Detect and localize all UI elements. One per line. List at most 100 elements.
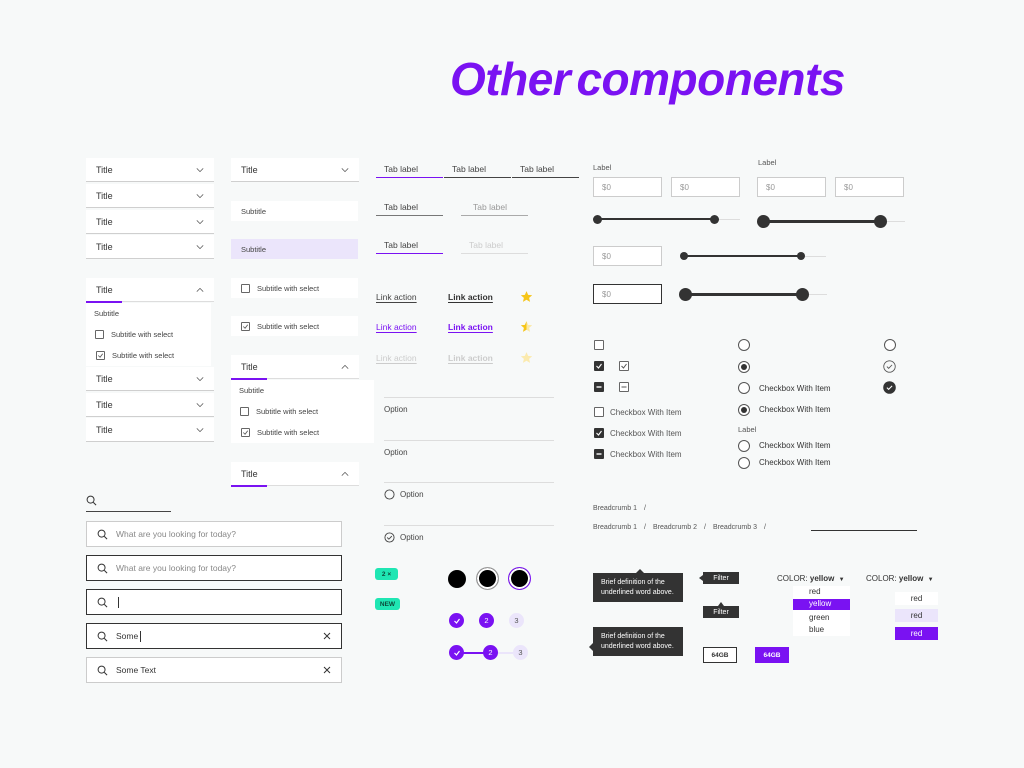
- breadcrumb-item[interactable]: Breadcrumb 2: [653, 524, 697, 531]
- accordion-item[interactable]: Title: [86, 418, 214, 442]
- price-input[interactable]: $0: [593, 246, 662, 266]
- color-select[interactable]: COLOR: yellow ▼: [777, 574, 845, 583]
- clear-icon[interactable]: [323, 666, 331, 674]
- check-circle-filled-icon[interactable]: [883, 381, 896, 394]
- dropdown-option-selected[interactable]: yellow: [793, 599, 850, 610]
- max-price-input[interactable]: $0: [835, 177, 904, 197]
- tab[interactable]: Tab label: [376, 198, 443, 216]
- accordion-item[interactable]: Title: [86, 158, 214, 182]
- radio-unselected[interactable]: [738, 440, 750, 452]
- slider-thumb-min[interactable]: [593, 215, 602, 224]
- storage-option[interactable]: 64GB: [703, 647, 737, 663]
- breadcrumb-item[interactable]: Breadcrumb 1: [593, 524, 637, 531]
- swatch-black-selected[interactable]: [508, 567, 531, 590]
- select-option[interactable]: Subtitle with select: [240, 407, 318, 416]
- select-option[interactable]: Subtitle with select: [95, 330, 173, 339]
- checkbox-checked[interactable]: [594, 428, 604, 438]
- checkbox-checked-outline[interactable]: [619, 361, 629, 371]
- search-input-filled[interactable]: Some Text: [86, 657, 342, 683]
- chip-tag[interactable]: 2 ×: [375, 568, 398, 580]
- breadcrumb-item[interactable]: Breadcrumb 3: [713, 524, 757, 531]
- dropdown-option[interactable]: red: [793, 587, 850, 596]
- option-item-radio[interactable]: Option: [384, 489, 554, 500]
- checkbox-indeterminate[interactable]: [594, 449, 604, 459]
- option-item[interactable]: Option: [384, 448, 554, 457]
- step-current[interactable]: 2: [483, 645, 498, 660]
- dropdown-option-hover[interactable]: red: [895, 609, 938, 622]
- accordion-item[interactable]: Title: [86, 210, 214, 234]
- dropdown-option[interactable]: red: [895, 592, 938, 605]
- checkbox-unchecked[interactable]: [594, 407, 604, 417]
- slider-thumb-max[interactable]: [796, 288, 809, 301]
- checkbox-checked[interactable]: [594, 361, 604, 371]
- underline-input[interactable]: [811, 530, 917, 531]
- tab-inactive[interactable]: Tab label: [461, 198, 528, 216]
- checkbox-indeterminate-outline[interactable]: [619, 382, 629, 392]
- radio-unselected[interactable]: [738, 339, 750, 351]
- accordion-item-open[interactable]: Title: [86, 278, 214, 303]
- slider-thumb-min[interactable]: [679, 288, 692, 301]
- dropdown-option[interactable]: green: [793, 613, 850, 622]
- step-complete[interactable]: [449, 613, 464, 628]
- min-price-input[interactable]: $0: [593, 177, 662, 197]
- slider-thumb-max[interactable]: [874, 215, 887, 228]
- select-option[interactable]: Subtitle with select: [241, 428, 319, 437]
- accordion-item[interactable]: Title: [86, 393, 214, 417]
- accordion-item[interactable]: Title: [231, 158, 359, 182]
- star-empty-icon[interactable]: [520, 351, 533, 364]
- link-action-accent-bold[interactable]: Link action: [448, 322, 493, 332]
- option-item-check[interactable]: Option: [384, 532, 554, 543]
- link-action[interactable]: Link action: [376, 292, 417, 302]
- price-input-focused[interactable]: $0: [593, 284, 662, 304]
- breadcrumb-item[interactable]: Breadcrumb 1: [593, 505, 637, 512]
- search-input-focused[interactable]: [86, 589, 342, 615]
- checkbox-unchecked[interactable]: [594, 340, 604, 350]
- chip-close-icon[interactable]: ×: [387, 571, 391, 578]
- search-input-hover[interactable]: What are you looking for today?: [86, 555, 342, 581]
- min-price-input[interactable]: $0: [757, 177, 826, 197]
- slider-thumb-max[interactable]: [797, 252, 805, 260]
- step-current[interactable]: 2: [479, 613, 494, 628]
- swatch-black-hover[interactable]: [476, 567, 499, 590]
- link-action-bold[interactable]: Link action: [448, 292, 493, 302]
- color-select[interactable]: COLOR: yellow ▼: [866, 574, 934, 583]
- radio-unselected[interactable]: [884, 339, 896, 351]
- accordion-item-open[interactable]: Title: [231, 355, 359, 380]
- option-item[interactable]: Option: [384, 405, 554, 414]
- accordion-item[interactable]: Title: [86, 184, 214, 208]
- search-input[interactable]: What are you looking for today?: [86, 521, 342, 547]
- select-option[interactable]: Subtitle with select: [231, 316, 358, 336]
- tab-active[interactable]: Tab label: [376, 160, 443, 178]
- subtitle-row[interactable]: Subtitle: [231, 201, 358, 221]
- search-input-minimal[interactable]: [86, 495, 171, 512]
- slider-thumb-min[interactable]: [757, 215, 770, 228]
- star-full-icon[interactable]: [520, 290, 533, 303]
- dropdown-option[interactable]: blue: [793, 625, 850, 634]
- accordion-item-open[interactable]: Title: [231, 462, 359, 487]
- accordion-item[interactable]: Title: [86, 367, 214, 391]
- max-price-input[interactable]: $0: [671, 177, 740, 197]
- select-option[interactable]: Subtitle with select: [231, 278, 358, 298]
- tab-active[interactable]: Tab label: [376, 236, 443, 254]
- subtitle-row-selected[interactable]: Subtitle: [231, 239, 358, 259]
- dropdown-option-selected[interactable]: red: [895, 627, 938, 640]
- check-circle-outline-icon[interactable]: [883, 360, 896, 373]
- step-upcoming[interactable]: 3: [513, 645, 528, 660]
- accordion-item[interactable]: Title: [86, 235, 214, 259]
- swatch-black[interactable]: [448, 570, 466, 588]
- link-action-accent[interactable]: Link action: [376, 322, 417, 332]
- checkbox-indeterminate[interactable]: [594, 382, 604, 392]
- tab[interactable]: Tab label: [444, 160, 511, 178]
- storage-option-selected[interactable]: 64GB: [755, 647, 789, 663]
- radio-selected[interactable]: [738, 404, 750, 416]
- search-input-typing[interactable]: Some: [86, 623, 342, 649]
- step-complete[interactable]: [449, 645, 464, 660]
- step-upcoming[interactable]: 3: [509, 613, 524, 628]
- tab[interactable]: Tab label: [512, 160, 579, 178]
- slider-thumb-min[interactable]: [680, 252, 688, 260]
- star-half-icon[interactable]: [520, 320, 533, 333]
- radio-unselected[interactable]: [738, 457, 750, 469]
- clear-icon[interactable]: [323, 632, 331, 640]
- radio-selected[interactable]: [738, 361, 750, 373]
- radio-unselected[interactable]: [738, 382, 750, 394]
